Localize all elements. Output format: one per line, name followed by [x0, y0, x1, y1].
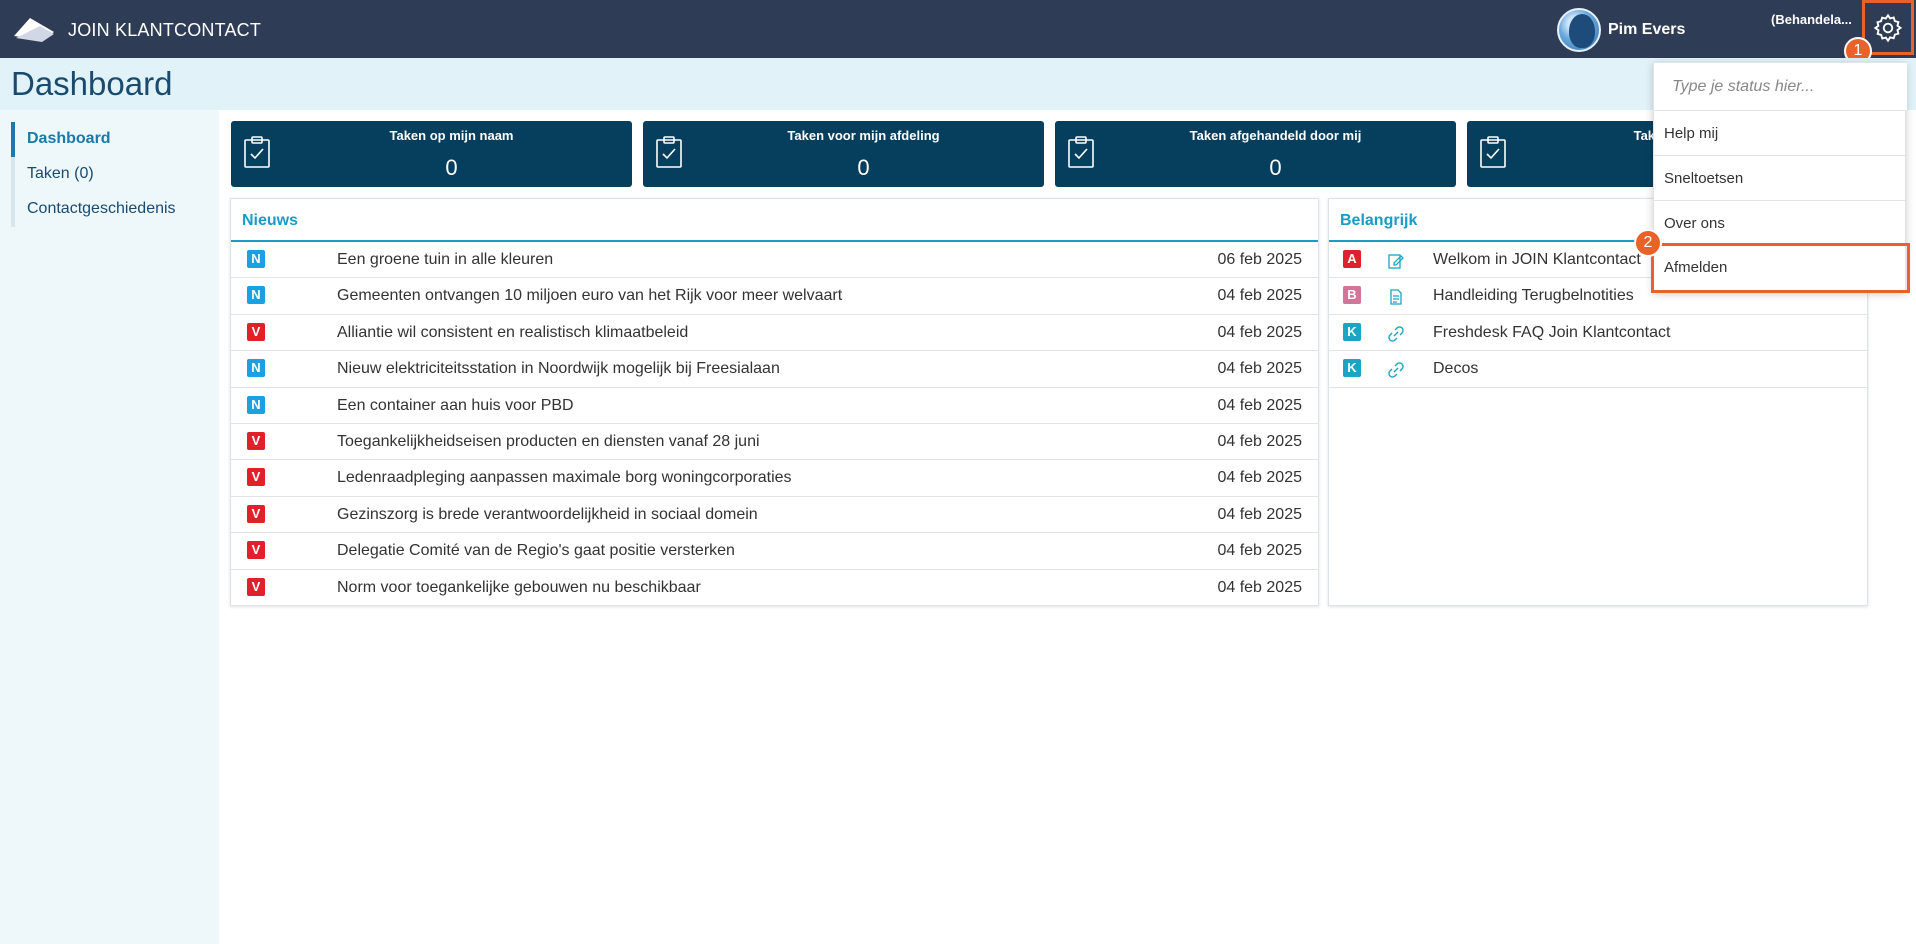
news-title[interactable]: Delegatie Comité van de Regio's gaat pos… — [337, 542, 735, 560]
page-header — [0, 58, 1916, 110]
important-row[interactable]: K Decos — [1329, 351, 1867, 388]
news-row[interactable]: N Een container aan huis voor PBD 04 feb 2… — [231, 388, 1318, 424]
user-role: (Behandela... — [1771, 12, 1852, 27]
news-row[interactable]: V Ledenraadpleging aanpassen maximale bor… — [231, 460, 1318, 497]
clipboard-check-icon — [1068, 136, 1094, 168]
important-tag-badge: A — [1343, 250, 1361, 268]
news-date: 04 feb 2025 — [1217, 469, 1302, 487]
clipboard-check-icon — [1480, 136, 1506, 168]
link-icon — [1387, 325, 1405, 348]
important-panel-title: Belangrijk — [1340, 212, 1418, 229]
tile-label: Taken op mijn naam — [389, 128, 514, 143]
news-row[interactable]: N Een groene tuin in alle kleuren 06 feb 2… — [231, 242, 1318, 279]
important-tag-badge: K — [1343, 322, 1361, 341]
news-title[interactable]: Alliantie wil consistent en realistisch … — [337, 324, 688, 342]
step-badge-2: 2 — [1634, 229, 1662, 257]
app-logo-icon[interactable] — [12, 14, 56, 44]
news-date: 04 feb 2025 — [1217, 432, 1302, 450]
news-panel-header: Nieuws — [231, 199, 1318, 242]
news-row[interactable]: V Toegankelijkheidseisen producten en die… — [231, 424, 1318, 461]
document-icon — [1387, 288, 1405, 311]
news-tag-badge: N — [247, 395, 265, 414]
news-title[interactable]: Nieuw elektriciteitsstation in Noordwijk… — [337, 360, 780, 378]
tile-label: Taken voor mijn afdeling — [787, 128, 940, 143]
tile-taken-op-mijn-naam[interactable]: Taken op mijn naam 0 — [231, 121, 632, 187]
news-date: 04 feb 2025 — [1217, 578, 1302, 596]
settings-dropdown-menu: Help mij Sneltoetsen Over ons Afmelden — [1651, 62, 1910, 293]
link-icon — [1387, 361, 1405, 384]
news-date: 06 feb 2025 — [1217, 251, 1302, 268]
tile-label: Taken afgehandeld door mij — [1189, 128, 1362, 143]
news-date: 04 feb 2025 — [1217, 542, 1302, 560]
news-title[interactable]: Een container aan huis voor PBD — [337, 397, 574, 415]
edit-document-icon — [1387, 252, 1405, 275]
important-title[interactable]: Decos — [1433, 360, 1478, 378]
menu-item-sneltoetsen[interactable]: Sneltoetsen — [1654, 156, 1907, 201]
tile-taken-afgehandeld-door-mij[interactable]: Taken afgehandeld door mij 0 — [1055, 121, 1456, 187]
tile-taken-voor-mijn-afdeling[interactable]: Taken voor mijn afdeling 0 — [643, 121, 1044, 187]
tile-count: 0 — [445, 155, 458, 180]
sidebar-item-contactgeschiedenis[interactable]: Contactgeschiedenis — [15, 192, 211, 227]
news-tag-badge: V — [247, 541, 265, 560]
news-title[interactable]: Gezinszorg is brede verantwoordelijkheid… — [337, 506, 758, 524]
news-date: 04 feb 2025 — [1217, 505, 1302, 523]
clipboard-check-icon — [656, 136, 682, 168]
news-tag-badge: V — [247, 322, 265, 341]
news-date: 04 feb 2025 — [1217, 323, 1302, 341]
news-row[interactable]: V Norm voor toegankelijke gebouwen nu bes… — [231, 570, 1318, 606]
sidebar-item-taken[interactable]: Taken (0) — [15, 157, 211, 192]
news-date: 04 feb 2025 — [1217, 287, 1302, 305]
menu-item-help-mij[interactable]: Help mij — [1654, 111, 1907, 156]
news-list: N Een groene tuin in alle kleuren 06 feb 2… — [231, 242, 1318, 606]
sidebar — [0, 110, 219, 944]
app-brand[interactable]: JOIN KLANTCONTACT — [68, 20, 261, 41]
important-row[interactable]: K Freshdesk FAQ Join Klantcontact — [1329, 315, 1867, 352]
important-tag-badge: K — [1343, 359, 1361, 378]
news-date: 04 feb 2025 — [1217, 360, 1302, 378]
tile-count: 0 — [1269, 155, 1282, 180]
important-title[interactable]: Welkom in JOIN Klantcontact — [1433, 251, 1641, 269]
news-tag-badge: V — [247, 577, 265, 596]
sidebar-nav: Dashboard Taken (0) Contactgeschiedenis — [11, 122, 211, 227]
news-tag-badge: V — [247, 431, 265, 450]
important-tag-badge: B — [1343, 286, 1361, 305]
sidebar-item-dashboard[interactable]: Dashboard — [11, 122, 211, 157]
news-date: 04 feb 2025 — [1217, 396, 1302, 414]
news-panel-title: Nieuws — [242, 212, 299, 229]
news-title[interactable]: Gemeenten ontvangen 10 miljoen euro van … — [337, 287, 842, 305]
news-row[interactable]: V Gezinszorg is brede verantwoordelijkhei… — [231, 497, 1318, 534]
news-tag-badge: V — [247, 468, 265, 487]
important-title[interactable]: Freshdesk FAQ Join Klantcontact — [1433, 324, 1670, 342]
user-name[interactable]: Pim Evers — [1608, 21, 1685, 39]
tile-count: 0 — [857, 155, 870, 180]
news-tag-badge: N — [247, 359, 265, 378]
clipboard-check-icon — [244, 136, 270, 168]
news-title[interactable]: Norm voor toegankelijke gebouwen nu besc… — [337, 579, 701, 597]
status-input[interactable] — [1654, 63, 1907, 111]
news-row[interactable]: V Delegatie Comité van de Regio's gaat po… — [231, 533, 1318, 570]
news-row[interactable]: V Alliantie wil consistent en realistisch… — [231, 315, 1318, 352]
menu-item-over-ons[interactable]: Over ons — [1654, 201, 1907, 246]
menu-item-afmelden[interactable]: Afmelden — [1651, 243, 1910, 293]
news-tag-badge: N — [247, 250, 265, 268]
news-panel: Nieuws N Een groene tuin in alle kleuren 0… — [230, 198, 1319, 606]
important-title[interactable]: Handleiding Terugbelnotities — [1433, 287, 1634, 305]
news-title[interactable]: Ledenraadpleging aanpassen maximale borg… — [337, 469, 792, 487]
news-tag-badge: V — [247, 504, 265, 523]
news-tag-badge: N — [247, 286, 265, 305]
gear-icon — [1873, 13, 1903, 42]
news-row[interactable]: N Gemeenten ontvangen 10 miljoen euro van… — [231, 278, 1318, 315]
page-title: Dashboard — [11, 65, 173, 102]
news-row[interactable]: N Nieuw elektriciteitsstation in Noordwij… — [231, 351, 1318, 388]
news-title[interactable]: Toegankelijkheidseisen producten en dien… — [337, 433, 760, 451]
avatar[interactable] — [1557, 8, 1601, 52]
news-title[interactable]: Een groene tuin in alle kleuren — [337, 251, 553, 269]
